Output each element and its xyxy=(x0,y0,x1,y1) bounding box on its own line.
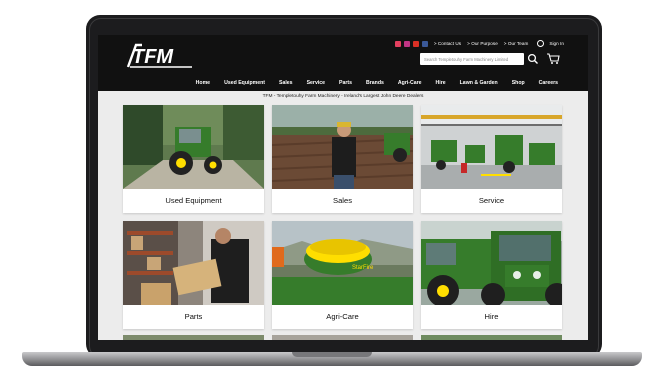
page-tagline: TFM - Templetouhy Farm Machinery - Irela… xyxy=(262,94,424,99)
card-label: Agri-Care xyxy=(326,312,359,321)
nav-service[interactable]: Service xyxy=(307,80,325,86)
our-purpose-link[interactable]: > Our Purpose xyxy=(467,41,498,46)
youtube-icon[interactable] xyxy=(394,40,401,47)
user-icon xyxy=(537,40,545,47)
search-input[interactable]: Search Templetouhy Farm Machinery Limite… xyxy=(420,53,524,65)
card-parts[interactable]: Parts xyxy=(123,221,264,329)
card-label: Used Equipment xyxy=(165,196,222,205)
facebook-icon[interactable] xyxy=(421,40,428,47)
utility-bar: > Contact Us > Our Purpose > Our Team Si… xyxy=(394,39,564,48)
laptop-notch xyxy=(292,352,372,357)
card-service[interactable]: Service xyxy=(421,105,562,213)
site-header: TFM > Contact Us > Our Purpose > Our Tea… xyxy=(98,35,588,91)
nav-agri-care[interactable]: Agri-Care xyxy=(398,80,422,86)
browser-screen: TFM > Contact Us > Our Purpose > Our Tea… xyxy=(98,35,588,340)
next-row-card xyxy=(421,335,562,340)
card-label: Parts xyxy=(184,312,203,321)
card-agri-care[interactable]: StarFire Agri-Care xyxy=(272,221,413,329)
contact-us-link[interactable]: > Contact Us xyxy=(434,41,461,46)
search-icon[interactable] xyxy=(527,53,539,65)
sign-in-label: Sign In xyxy=(549,41,564,46)
salesman-field-photo xyxy=(272,105,413,189)
parts-boxes-photo xyxy=(123,221,264,305)
laptop-mockup: TFM > Contact Us > Our Purpose > Our Tea… xyxy=(0,0,663,374)
card-sales[interactable]: Sales xyxy=(272,105,413,213)
nav-parts[interactable]: Parts xyxy=(339,80,352,86)
nav-used-equipment[interactable]: Used Equipment xyxy=(224,80,265,86)
instagram-icon[interactable] xyxy=(403,40,410,47)
nav-hire[interactable]: Hire xyxy=(436,80,446,86)
card-label: Sales xyxy=(333,196,352,205)
sign-in-link[interactable]: Sign In xyxy=(537,40,564,47)
main-nav: Home Used Equipment Sales Service Parts … xyxy=(98,75,588,91)
tfm-logo[interactable]: TFM xyxy=(122,41,196,71)
card-hire[interactable]: Hire xyxy=(421,221,562,329)
nav-brands[interactable]: Brands xyxy=(366,80,384,86)
nav-sales[interactable]: Sales xyxy=(279,80,293,86)
nav-careers[interactable]: Careers xyxy=(539,80,558,86)
next-row-card xyxy=(123,335,264,340)
linkedin-icon[interactable] xyxy=(412,40,419,47)
our-team-link[interactable]: > Our Team xyxy=(504,41,529,46)
tractor-front-photo xyxy=(421,221,562,305)
nav-home[interactable]: Home xyxy=(196,80,210,86)
nav-shop[interactable]: Shop xyxy=(512,80,525,86)
card-used-equipment[interactable]: Used Equipment xyxy=(123,105,264,213)
gps-receiver-photo: StarFire xyxy=(272,221,413,305)
tractor-photo xyxy=(123,105,264,189)
nav-lawn-garden[interactable]: Lawn & Garden xyxy=(460,80,498,86)
next-row-card xyxy=(272,335,413,340)
cart-icon[interactable] xyxy=(546,51,560,65)
svg-text:StarFire: StarFire xyxy=(352,265,374,271)
svg-text:TFM: TFM xyxy=(132,46,174,68)
workshop-photo xyxy=(421,105,562,189)
card-label: Service xyxy=(478,196,505,205)
card-label: Hire xyxy=(484,312,499,321)
